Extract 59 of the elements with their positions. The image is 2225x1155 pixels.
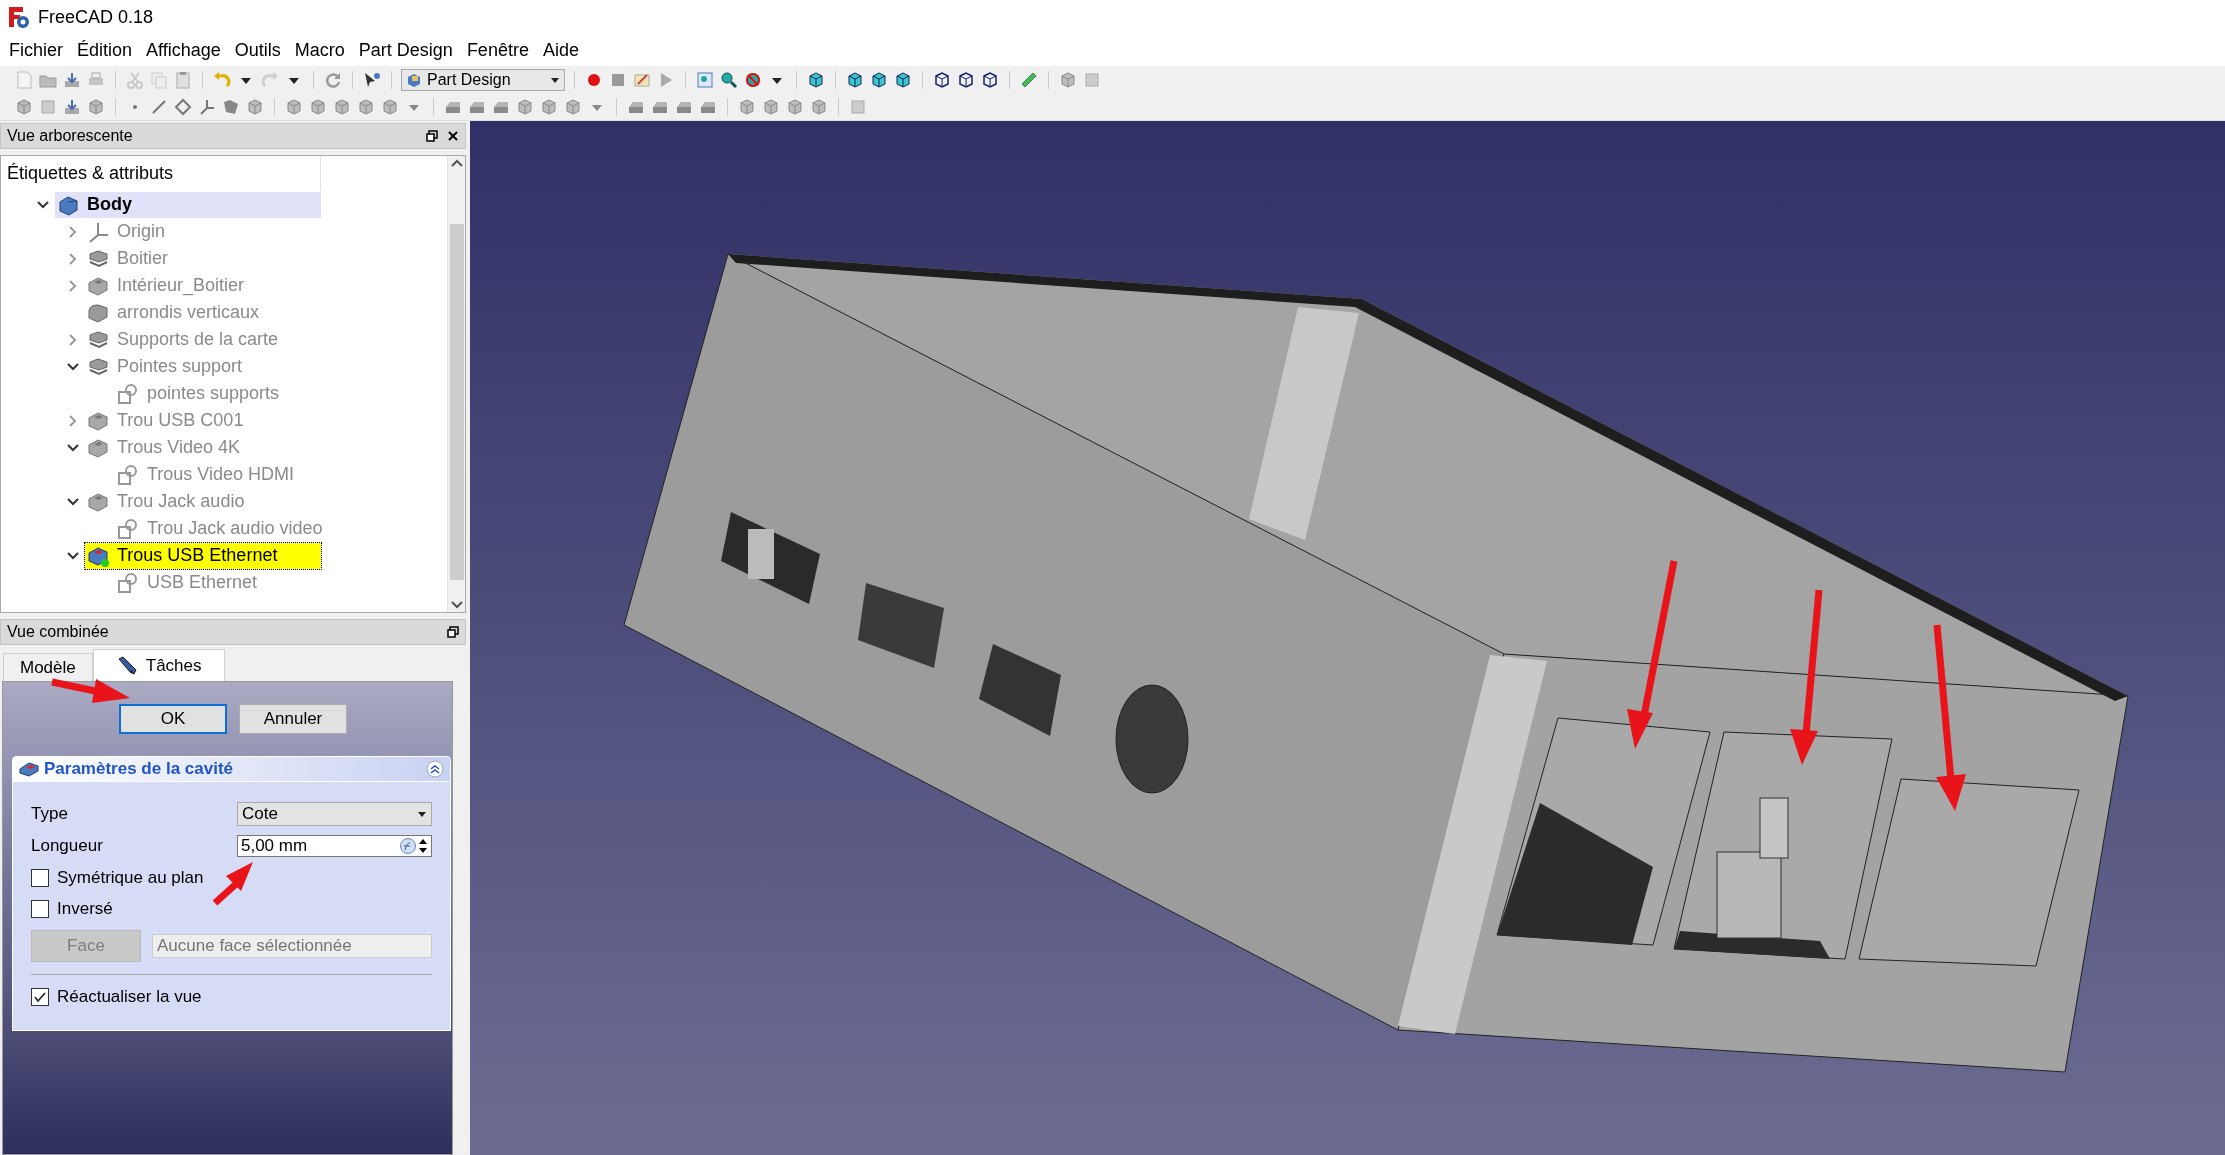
tree-item[interactable]: pointes supports [115, 380, 286, 407]
type-dropdown[interactable]: Cote [236, 802, 432, 826]
tree-item[interactable]: Trous USB Ethernet [85, 542, 321, 569]
caret-icon [417, 809, 427, 819]
spin-arrows-icon[interactable] [417, 837, 429, 855]
sketch-icon [117, 517, 139, 540]
sketch-icon [117, 463, 139, 486]
column-header: Étiquettes & attributs [1, 156, 321, 191]
float-icon[interactable] [447, 626, 459, 638]
pocket-icon [19, 760, 39, 778]
sketch-icon [117, 382, 139, 405]
tree-item[interactable]: Body [55, 191, 321, 218]
tree-item[interactable]: Pointes support [85, 353, 249, 380]
menu-item[interactable]: Part Design [351, 36, 460, 64]
axes-icon [87, 220, 109, 243]
sketch-icon [117, 571, 139, 594]
menu-item[interactable]: Fenêtre [459, 36, 536, 64]
dialog-button[interactable]: Annuler [239, 704, 347, 734]
tree-item[interactable]: USB Ethernet [115, 569, 264, 596]
diamond-icon[interactable] [173, 96, 193, 117]
field-label: Longueur [31, 836, 104, 856]
wireframe-cube-icon[interactable] [956, 69, 976, 90]
app-logo-icon [8, 5, 30, 29]
tree-item[interactable]: Origin [85, 218, 171, 245]
field-label: Type [31, 804, 69, 824]
pad-icon [87, 355, 109, 378]
tree-item[interactable]: Supports de la carte [85, 326, 285, 353]
float-icon[interactable] [426, 130, 438, 142]
section-title: Paramètres de la cavité [44, 759, 234, 779]
zoom-icon[interactable] [719, 69, 739, 90]
menu-item[interactable]: Affichage [139, 36, 228, 64]
pad-icon [87, 247, 109, 270]
window-title: FreeCAD 0.18 [38, 6, 154, 28]
workbench-dropdown[interactable]: Part Design [401, 68, 565, 91]
menu-item[interactable]: Outils [227, 36, 288, 64]
menu-item[interactable]: Aide [535, 36, 586, 64]
panel-title: Vue combinée [7, 623, 109, 641]
collapse-icon[interactable] [426, 760, 444, 778]
close-icon[interactable] [447, 130, 459, 142]
checkbox[interactable]: Réactualiser la vue [31, 981, 432, 1012]
length-field[interactable]: 5,00 mm [236, 835, 432, 857]
checkbox[interactable]: Symétrique au plan [31, 862, 432, 893]
wireframe-cube-icon[interactable] [932, 69, 952, 90]
checkbox[interactable]: Inversé [31, 893, 432, 924]
tab[interactable]: Modèle [3, 653, 93, 681]
menu-item[interactable]: Macro [287, 36, 352, 64]
scrollbar[interactable] [447, 156, 465, 612]
menu-item[interactable]: Fichier [2, 36, 70, 64]
fillet-icon [87, 301, 109, 324]
tree-item[interactable]: arrondis verticaux [85, 299, 266, 326]
clipboard-icon[interactable] [173, 69, 193, 90]
annotation-arrow [212, 862, 253, 906]
dialog-button[interactable]: OK [119, 704, 227, 734]
tab[interactable]: Tâches [92, 649, 225, 681]
pad-icon [87, 328, 109, 351]
workbench-icon [406, 71, 422, 88]
panel-title: Vue arborescente [7, 127, 133, 145]
menu-item[interactable]: Édition [70, 36, 140, 64]
wireframe-cube-icon[interactable] [980, 69, 1000, 90]
